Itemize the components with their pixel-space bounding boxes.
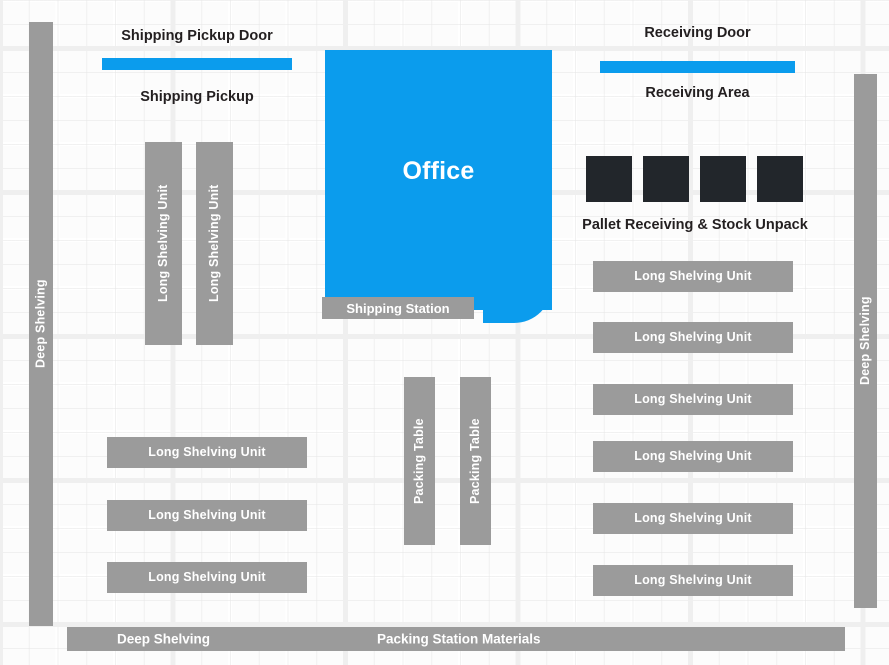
pallet-3[interactable] (700, 156, 746, 202)
shipping-pickup-label: Shipping Pickup (140, 89, 254, 105)
bottom-deep-shelving-label: Deep Shelving (117, 631, 211, 647)
pallet-4[interactable] (757, 156, 803, 202)
long-shelving-unit-vertical-1[interactable]: Long Shelving Unit (145, 142, 182, 345)
deep-shelving-left[interactable]: Deep Shelving (29, 22, 53, 626)
long-shelving-unit-left-3[interactable]: Long Shelving Unit (107, 562, 307, 593)
shipping-station[interactable]: Shipping Station (322, 297, 474, 319)
long-shelving-unit-right-6[interactable]: Long Shelving Unit (593, 565, 793, 596)
shipping-pickup-door-label: Shipping Pickup Door (121, 28, 273, 44)
receiving-door[interactable] (600, 61, 795, 73)
packing-table-2[interactable]: Packing Table (460, 377, 491, 545)
shipping-pickup-door[interactable] (102, 58, 292, 70)
pallet-1[interactable] (586, 156, 632, 202)
warehouse-floor-plan: Deep Shelving Deep Shelving Shipping Pic… (0, 0, 889, 665)
receiving-area-label: Receiving Area (645, 85, 750, 101)
receiving-door-label: Receiving Door (644, 25, 751, 41)
long-shelving-unit-left-2[interactable]: Long Shelving Unit (107, 500, 307, 531)
long-shelving-unit-left-1[interactable]: Long Shelving Unit (107, 437, 307, 468)
long-shelving-unit-right-1[interactable]: Long Shelving Unit (593, 261, 793, 292)
pallet-2[interactable] (643, 156, 689, 202)
packing-station-materials-label: Packing Station Materials (377, 631, 541, 647)
deep-shelving-right[interactable]: Deep Shelving (854, 74, 877, 608)
bottom-storage-bar[interactable]: Deep Shelving Packing Station Materials (67, 627, 845, 651)
packing-table-1[interactable]: Packing Table (404, 377, 435, 545)
long-shelving-unit-right-5[interactable]: Long Shelving Unit (593, 503, 793, 534)
pallet-receiving-label: Pallet Receiving & Stock Unpack (582, 217, 808, 233)
office-area[interactable]: Office (325, 50, 552, 310)
long-shelving-unit-vertical-2[interactable]: Long Shelving Unit (196, 142, 233, 345)
long-shelving-unit-right-4[interactable]: Long Shelving Unit (593, 441, 793, 472)
long-shelving-unit-right-3[interactable]: Long Shelving Unit (593, 384, 793, 415)
long-shelving-unit-right-2[interactable]: Long Shelving Unit (593, 322, 793, 353)
